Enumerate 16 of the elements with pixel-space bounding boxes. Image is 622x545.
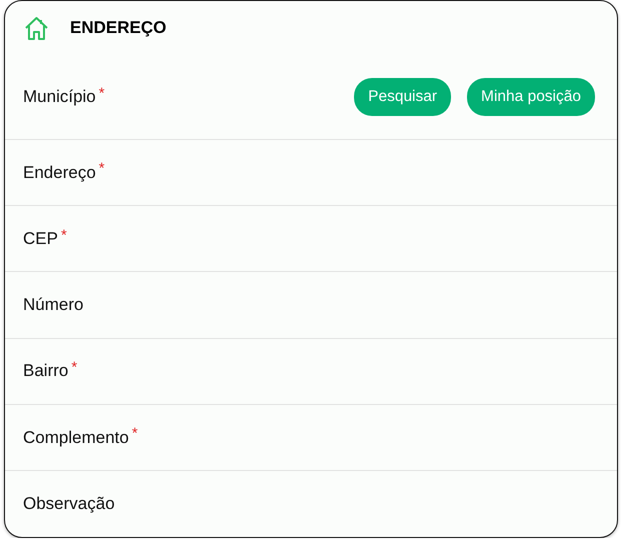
- action-button[interactable]: Pesquisar: [354, 78, 452, 116]
- required-mark: *: [132, 424, 138, 444]
- required-mark: *: [98, 84, 105, 104]
- field-label: Bairro: [23, 360, 68, 382]
- section-title: ENDEREÇO: [70, 17, 166, 39]
- field-label: Município: [23, 86, 96, 108]
- field-label: Endereço: [23, 162, 96, 184]
- required-mark: *: [71, 358, 78, 378]
- field-label: CEP: [23, 228, 58, 250]
- action-button[interactable]: Minha posição: [467, 78, 595, 116]
- field-label: Número: [23, 294, 84, 316]
- field-label: Complemento: [23, 426, 129, 449]
- required-mark: *: [98, 159, 105, 180]
- home-icon: [23, 15, 50, 42]
- field-label: Observação: [23, 493, 115, 516]
- required-mark: *: [60, 226, 67, 246]
